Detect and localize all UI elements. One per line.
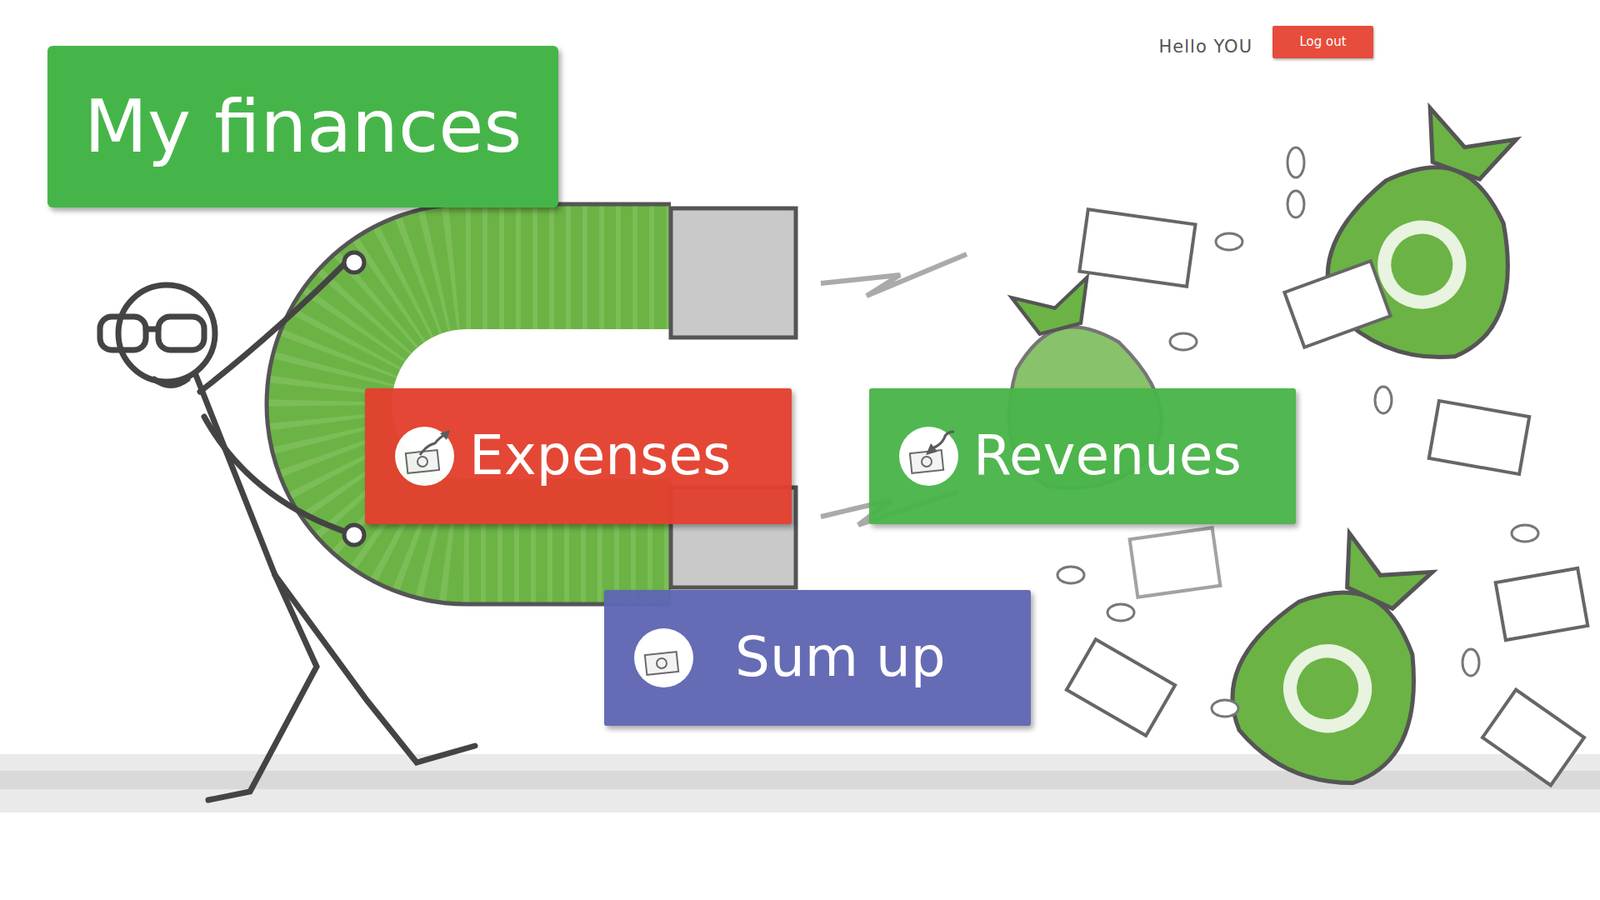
main-content: My finances Hello YOU Log out Expenses Reven… <box>0 0 1600 726</box>
summary-tile[interactable]: Sum up <box>604 590 1031 726</box>
logout-button[interactable]: Log out <box>1272 25 1374 59</box>
top-bar: My finances Hello YOU Log out <box>0 25 1600 208</box>
tile-label: Revenues <box>973 425 1242 487</box>
revenue-tile[interactable]: Revenues <box>869 388 1296 525</box>
tile-label: Sum up <box>735 627 946 689</box>
revenue-money-icon <box>899 426 959 486</box>
app-title: My finances <box>47 45 559 208</box>
expense-tile[interactable]: Expenses <box>365 388 792 525</box>
tile-label: Expenses <box>469 425 731 487</box>
tile-row: Sum up <box>604 590 1600 726</box>
summary-money-icon <box>634 628 694 688</box>
greeting-text: Hello YOU <box>1159 34 1253 61</box>
user-area: Hello YOU Log out <box>1159 25 1374 61</box>
tile-row: Expenses Revenues <box>365 388 1600 525</box>
page: My finances Hello YOU Log out Expenses Reven… <box>0 0 1600 900</box>
expense-money-icon <box>395 426 455 486</box>
